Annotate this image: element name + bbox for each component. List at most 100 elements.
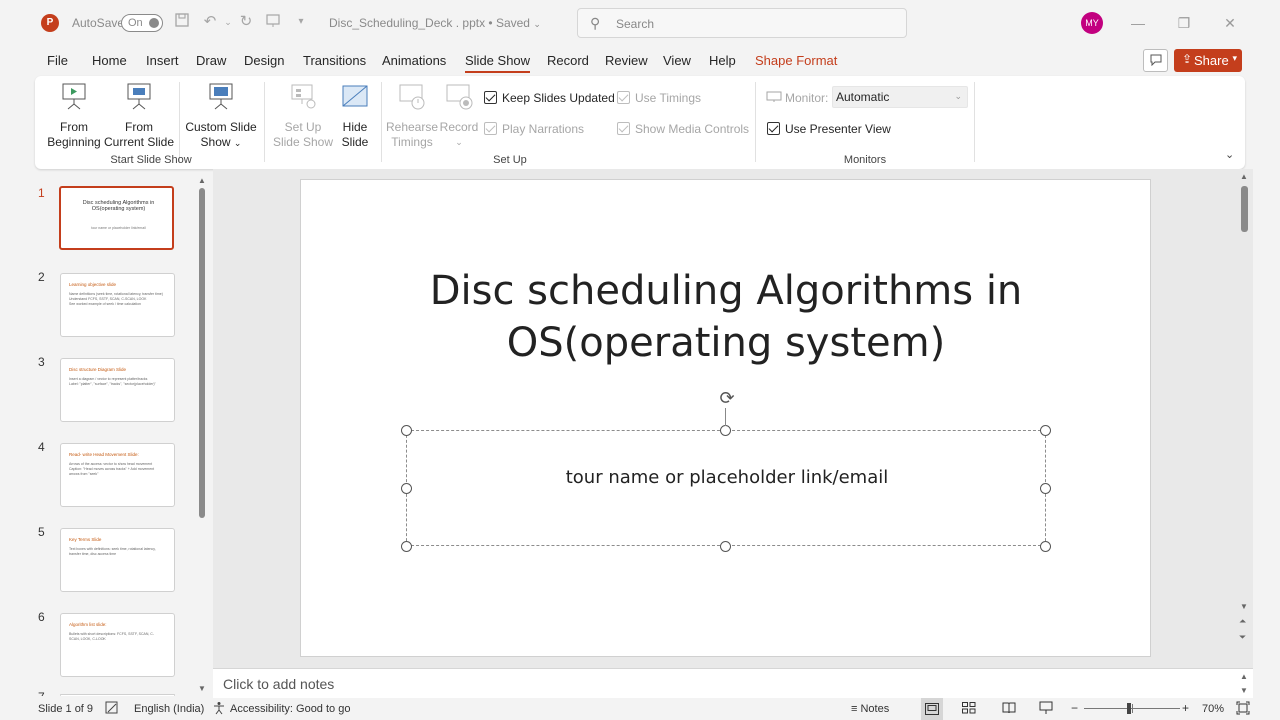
- use-presenter-view-checkbox[interactable]: Use Presenter View: [767, 122, 891, 136]
- subtitle-placeholder-box[interactable]: tour name or placeholder link/email: [406, 430, 1046, 546]
- reading-view-icon[interactable]: [1002, 702, 1016, 717]
- present-icon[interactable]: [263, 12, 283, 32]
- next-slide-icon[interactable]: ⏷: [1239, 632, 1246, 643]
- fit-to-window-icon[interactable]: [1236, 701, 1250, 718]
- slide-thumbnail-5[interactable]: Key Terms Slide Text boxes with definiti…: [60, 528, 175, 592]
- resize-handle-nw[interactable]: [401, 425, 412, 436]
- slide-thumbnail-7[interactable]: [60, 694, 175, 696]
- from-current-slide-button[interactable]: From Current Slide: [103, 82, 175, 150]
- rehearse-timings-button[interactable]: Rehearse Timings: [385, 82, 439, 150]
- scroll-down-arrow-icon[interactable]: ▼: [198, 684, 206, 693]
- undo-dropdown-icon[interactable]: ⌄: [218, 12, 238, 32]
- slide-thumbnail-4[interactable]: Read- write Head Movement Slide: Arrows …: [60, 443, 175, 507]
- resize-handle-sw[interactable]: [401, 541, 412, 552]
- comments-button[interactable]: [1143, 49, 1168, 72]
- monitor-select[interactable]: Automatic ⌄: [832, 86, 968, 108]
- slide-thumbnail-1[interactable]: Disc scheduling Algorithms in OS(operati…: [59, 186, 174, 250]
- previous-slide-icon[interactable]: ⏶: [1239, 616, 1246, 627]
- notes-scroll-up-icon[interactable]: ▲: [1240, 672, 1248, 681]
- resize-handle-n[interactable]: [720, 425, 731, 436]
- from-current-label-2: Current Slide: [103, 135, 175, 149]
- slide-show-view-icon[interactable]: [1039, 701, 1053, 718]
- zoom-in-icon[interactable]: +: [1182, 701, 1189, 715]
- restore-icon[interactable]: ❐: [1172, 11, 1196, 35]
- tab-transitions[interactable]: Transitions: [303, 53, 366, 68]
- accessibility-icon[interactable]: [213, 701, 227, 718]
- notes-label: Notes: [860, 703, 890, 715]
- slide-thumbnail-2[interactable]: Learning objective slide Name definition…: [60, 273, 175, 337]
- thumb-bullet: Bullets with short descriptions: FCFS, S…: [69, 632, 154, 641]
- keep-slides-updated-checkbox[interactable]: Keep Slides Updated: [484, 91, 615, 105]
- zoom-slider-thumb[interactable]: [1127, 703, 1131, 714]
- collapse-ribbon-icon[interactable]: ⌄: [1225, 148, 1234, 161]
- record-button[interactable]: Record ⌄: [439, 82, 479, 150]
- normal-view-button[interactable]: [921, 698, 943, 720]
- scroll-down-arrow-icon[interactable]: ▼: [1240, 602, 1248, 611]
- tab-view[interactable]: View: [663, 53, 691, 68]
- autosave-toggle[interactable]: On: [121, 14, 163, 32]
- show-media-controls-checkbox[interactable]: Show Media Controls: [617, 122, 749, 136]
- spell-check-icon[interactable]: [105, 701, 119, 718]
- slide-thumbnail-3[interactable]: Disc structure Diagram Slide Insert a di…: [60, 358, 175, 422]
- set-up-slide-show-button[interactable]: Set Up Slide Show: [271, 82, 335, 150]
- slide-subtitle[interactable]: tour name or placeholder link/email: [407, 467, 1047, 488]
- resize-handle-w[interactable]: [401, 483, 412, 494]
- rotate-icon[interactable]: ⟳: [716, 387, 738, 409]
- scroll-up-arrow-icon[interactable]: ▲: [198, 176, 206, 185]
- thumb-title: Disc structure Diagram Slide: [69, 367, 127, 372]
- rotate-handle-stem: [725, 408, 726, 426]
- thumb-title: Key Terms Slide: [69, 537, 102, 542]
- tab-insert[interactable]: Insert: [146, 53, 179, 68]
- notes-icon: ≡: [851, 703, 858, 715]
- customize-toolbar-icon[interactable]: ▾: [291, 12, 311, 32]
- close-icon[interactable]: ✕: [1218, 11, 1242, 35]
- tab-record[interactable]: Record: [547, 53, 589, 68]
- from-beginning-button[interactable]: From Beginning: [45, 82, 103, 150]
- thumbnail-scrollbar-thumb[interactable]: [199, 188, 205, 518]
- undo-icon[interactable]: ↶: [200, 12, 220, 32]
- redo-icon[interactable]: ↻: [236, 12, 256, 32]
- slide-title[interactable]: Disc scheduling Algorithms in OS(operati…: [421, 265, 1031, 369]
- custom-show-label-1: Custom Slide: [185, 120, 257, 134]
- group-label-set-up: Set Up: [493, 154, 527, 166]
- tab-design[interactable]: Design: [244, 53, 284, 68]
- language-indicator[interactable]: English (India): [134, 703, 204, 715]
- resize-handle-se[interactable]: [1040, 541, 1051, 552]
- notes-pane[interactable]: Click to add notes: [213, 668, 1253, 698]
- accessibility-status[interactable]: Accessibility: Good to go: [230, 703, 350, 715]
- tab-home[interactable]: Home: [92, 53, 127, 68]
- tab-review[interactable]: Review: [605, 53, 648, 68]
- zoom-level[interactable]: 70%: [1202, 703, 1224, 715]
- notes-toggle-button[interactable]: ≡ Notes: [851, 703, 889, 715]
- zoom-out-icon[interactable]: −: [1071, 701, 1078, 715]
- checkbox-checked-icon: [484, 91, 497, 104]
- resize-handle-s[interactable]: [720, 541, 731, 552]
- resize-handle-e[interactable]: [1040, 483, 1051, 494]
- save-icon[interactable]: [172, 12, 192, 32]
- slide-canvas[interactable]: Disc scheduling Algorithms in OS(operati…: [300, 179, 1151, 657]
- tab-animations[interactable]: Animations: [382, 53, 446, 68]
- tab-shape-format[interactable]: Shape Format: [755, 53, 837, 68]
- search-box[interactable]: ⚲ Search: [577, 8, 907, 38]
- tab-slide-show[interactable]: Slide Show: [465, 53, 531, 73]
- resize-handle-ne[interactable]: [1040, 425, 1051, 436]
- slide-thumbnail-6[interactable]: Algorithm list slide: Bullets with short…: [60, 613, 175, 677]
- share-button[interactable]: ⇪ Share ▾: [1174, 49, 1242, 72]
- slide-scrollbar-thumb[interactable]: [1241, 186, 1248, 232]
- tab-help[interactable]: Help: [709, 53, 736, 68]
- document-title[interactable]: Disc_Scheduling_Deck . pptx • Saved ⌄: [329, 16, 541, 30]
- checkbox-checked-icon: [484, 122, 497, 135]
- notes-scroll-down-icon[interactable]: ▼: [1240, 686, 1248, 695]
- tab-draw[interactable]: Draw: [196, 53, 226, 68]
- avatar[interactable]: MY: [1081, 12, 1103, 34]
- slide-sorter-view-icon[interactable]: [962, 702, 976, 717]
- hide-slide-button[interactable]: Hide Slide: [337, 82, 373, 150]
- scroll-up-arrow-icon[interactable]: ▲: [1240, 172, 1248, 181]
- use-timings-checkbox[interactable]: Use Timings: [617, 91, 701, 105]
- tab-file[interactable]: File: [47, 53, 68, 68]
- custom-slide-show-button[interactable]: Custom Slide Show ⌄: [183, 82, 259, 151]
- from-beginning-label-2: Beginning: [47, 135, 101, 149]
- chevron-down-icon: ⌄: [533, 19, 541, 29]
- minimize-icon[interactable]: —: [1126, 11, 1150, 35]
- play-narrations-checkbox[interactable]: Play Narrations: [484, 122, 584, 136]
